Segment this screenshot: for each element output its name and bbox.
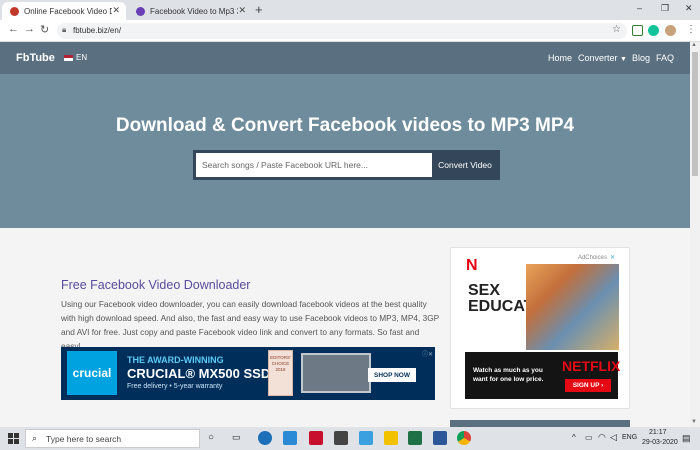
scroll-down-icon[interactable]: ▼: [691, 419, 697, 425]
tab-favicon-icon: [136, 6, 145, 16]
task-view-icon[interactable]: ▭: [232, 432, 241, 443]
ad-info-icon[interactable]: ⓘ✕: [422, 349, 433, 358]
cortana-icon[interactable]: ○: [208, 432, 214, 443]
close-window-button[interactable]: ✕: [685, 3, 693, 14]
restore-button[interactable]: ❐: [661, 3, 669, 14]
tab-title: Online Facebook Video Downloader: [24, 6, 112, 16]
banner-subline: Free delivery • 5-year warranty: [127, 383, 223, 390]
shop-now-button[interactable]: SHOP NOW: [368, 368, 416, 382]
search-form: Convert Video: [193, 150, 500, 180]
netflix-signup-button[interactable]: SIGN UP ›: [565, 379, 611, 392]
clock-time[interactable]: 21:17: [649, 429, 667, 436]
grammarly-extension-icon[interactable]: [648, 25, 659, 36]
adchoices-text: AdChoices: [577, 255, 607, 261]
editors-choice-badge: EDITORS' CHOICE 2018: [268, 350, 293, 396]
netflix-side-ad[interactable]: AdChoices ✕ N SEX EDUCATION Watch as much…: [450, 247, 630, 409]
nav-faq-link[interactable]: FAQ: [656, 53, 674, 63]
tab-close-icon[interactable]: ✕: [238, 5, 246, 16]
show-cast-photo: [526, 264, 619, 350]
banner-product: CRUCIAL® MX500 SSD: [127, 366, 271, 381]
netflix-n-logo: N: [466, 257, 478, 274]
windows-taskbar: ⌕ Type here to search ○ ▭ ^ ▭ ◠ ◁ ENG 21…: [0, 427, 700, 450]
hero-title: Download & Convert Facebook videos to MP…: [115, 115, 575, 136]
nav-converter-label: Converter: [578, 53, 618, 63]
language-label: EN: [76, 53, 88, 62]
wifi-icon[interactable]: ◠: [598, 432, 606, 443]
profile-avatar[interactable]: [665, 25, 676, 36]
keyboard-language[interactable]: ENG: [622, 434, 637, 441]
us-flag-icon: [64, 54, 73, 61]
hero-section: Download & Convert Facebook videos to MP…: [0, 74, 700, 228]
adchoices-label[interactable]: AdChoices ✕: [578, 254, 615, 261]
word-icon[interactable]: [433, 431, 447, 445]
lock-icon[interactable]: 🔒︎: [62, 25, 66, 35]
reload-icon[interactable]: ↻: [40, 23, 49, 36]
app-l-icon[interactable]: [359, 431, 373, 445]
clock-date[interactable]: 29-03-2020: [642, 439, 678, 446]
taskbar-search-placeholder: Type here to search: [46, 434, 122, 444]
section-body: Using our Facebook video downloader, you…: [61, 299, 440, 351]
site-logo[interactable]: FbTube: [16, 52, 55, 64]
store-icon[interactable]: [334, 431, 348, 445]
page-scrollbar[interactable]: ▲ ▼: [690, 42, 700, 427]
back-icon[interactable]: ←: [8, 23, 19, 35]
mcafee-icon[interactable]: [309, 431, 323, 445]
extension-shield-icon[interactable]: [632, 25, 643, 36]
new-tab-button[interactable]: +: [255, 2, 263, 17]
search-icon: ⌕: [32, 433, 38, 443]
bookmark-star-icon[interactable]: ☆: [612, 24, 621, 35]
tab-title: Facebook Video to Mp3 320Kbps: [150, 6, 238, 16]
taskbar-search-box[interactable]: ⌕ Type here to search: [25, 429, 200, 448]
section-title: Free Facebook Video Downloader: [61, 278, 251, 292]
address-bar[interactable]: 🔒︎ fbtube.biz/en/ ☆: [57, 23, 627, 39]
tab-facebook-video-to-mp3[interactable]: Facebook Video to Mp3 320Kbps ✕: [128, 2, 252, 20]
volume-icon[interactable]: ◁: [610, 432, 617, 443]
netflix-ad-footer: Watch as much as you want for one low pr…: [465, 352, 621, 399]
nav-converter-link[interactable]: Converter ▼: [578, 53, 627, 63]
banner-headline: THE AWARD-WINNING: [127, 355, 224, 365]
nav-home-link[interactable]: Home: [548, 53, 572, 63]
tab-close-icon[interactable]: ✕: [112, 5, 120, 16]
ssd-product-image: [301, 353, 371, 393]
adchoices-close-icon[interactable]: ✕: [610, 255, 615, 261]
crucial-banner-ad[interactable]: crucial THE AWARD-WINNING CRUCIAL® MX500…: [61, 347, 435, 400]
excel-icon[interactable]: [408, 431, 422, 445]
tray-chevron-icon[interactable]: ^: [572, 433, 576, 442]
site-navbar: FbTube EN Home Converter ▼ Blog FAQ: [0, 42, 700, 74]
windows-start-icon[interactable]: [8, 433, 19, 444]
browser-menu-icon[interactable]: ⋮: [686, 24, 696, 35]
language-selector[interactable]: EN: [64, 53, 87, 62]
url-text: fbtube.biz/en/: [73, 26, 122, 35]
chrome-icon[interactable]: [457, 431, 471, 445]
tagline-line1: Watch as much as you: [473, 367, 543, 374]
netflix-tagline: Watch as much as you want for one low pr…: [473, 366, 543, 384]
network-icon[interactable]: ▭: [585, 433, 593, 442]
edge-icon[interactable]: [258, 431, 272, 445]
dropdown-caret-icon: ▼: [620, 56, 627, 63]
scrollbar-thumb[interactable]: [692, 52, 698, 176]
secondary-ad-edge: [450, 420, 630, 427]
mail-icon[interactable]: [283, 431, 297, 445]
scroll-up-icon[interactable]: ▲: [691, 42, 697, 48]
forward-icon[interactable]: →: [24, 23, 35, 35]
browser-toolbar: ← → ↻ 🔒︎ fbtube.biz/en/ ☆ ⋮: [0, 20, 700, 42]
minimize-button[interactable]: –: [637, 3, 642, 13]
browser-tab-strip: Online Facebook Video Downloader ✕ Faceb…: [0, 0, 700, 20]
crucial-logo: crucial: [67, 351, 117, 395]
netflix-brand: NETFLIX: [562, 358, 621, 374]
tab-favicon-icon: [10, 6, 19, 16]
search-input[interactable]: [196, 153, 432, 177]
tagline-line2: want for one low price.: [473, 376, 544, 383]
convert-video-button[interactable]: Convert Video: [432, 153, 498, 177]
nav-blog-link[interactable]: Blog: [632, 53, 650, 63]
file-explorer-icon[interactable]: [384, 431, 398, 445]
notifications-icon[interactable]: ▤: [682, 433, 691, 444]
tab-online-facebook-video-downloader[interactable]: Online Facebook Video Downloader ✕: [2, 2, 126, 20]
